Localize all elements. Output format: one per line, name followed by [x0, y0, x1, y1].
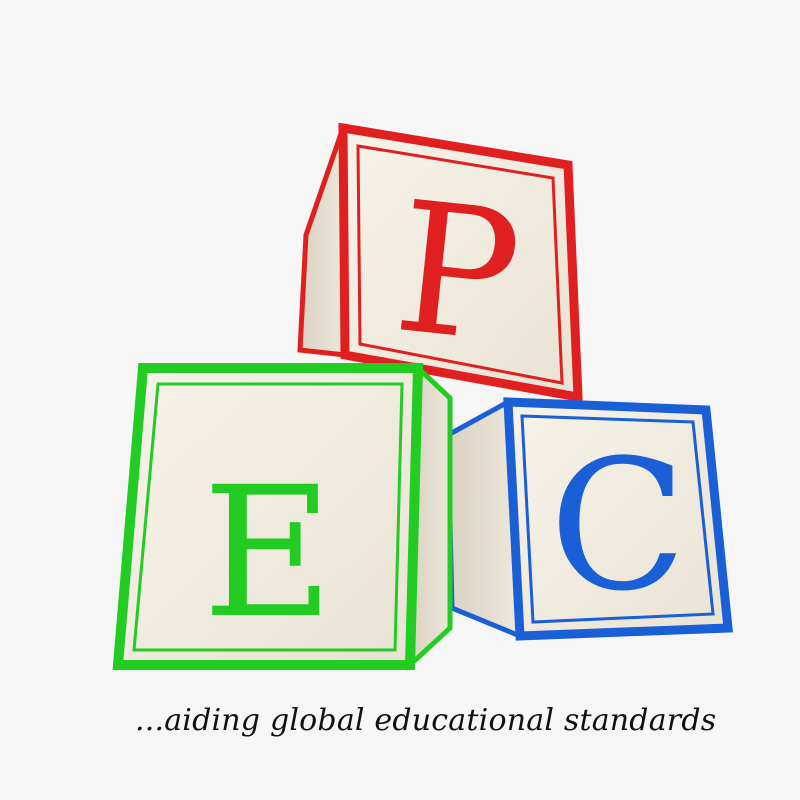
block-p-letter: P	[386, 163, 528, 384]
block-p-side	[297, 127, 348, 358]
block-p: P	[297, 122, 583, 403]
pec-logo: P C E ...aiding global educational stand…	[0, 0, 800, 800]
block-c-letter: C	[549, 422, 687, 631]
block-e: E	[112, 362, 453, 671]
block-c: C	[445, 397, 733, 641]
logo-tagline: ...aiding global educational standards	[135, 703, 717, 738]
letter-blocks-graphic: P C E	[112, 122, 733, 671]
block-e-letter: E	[202, 449, 333, 658]
